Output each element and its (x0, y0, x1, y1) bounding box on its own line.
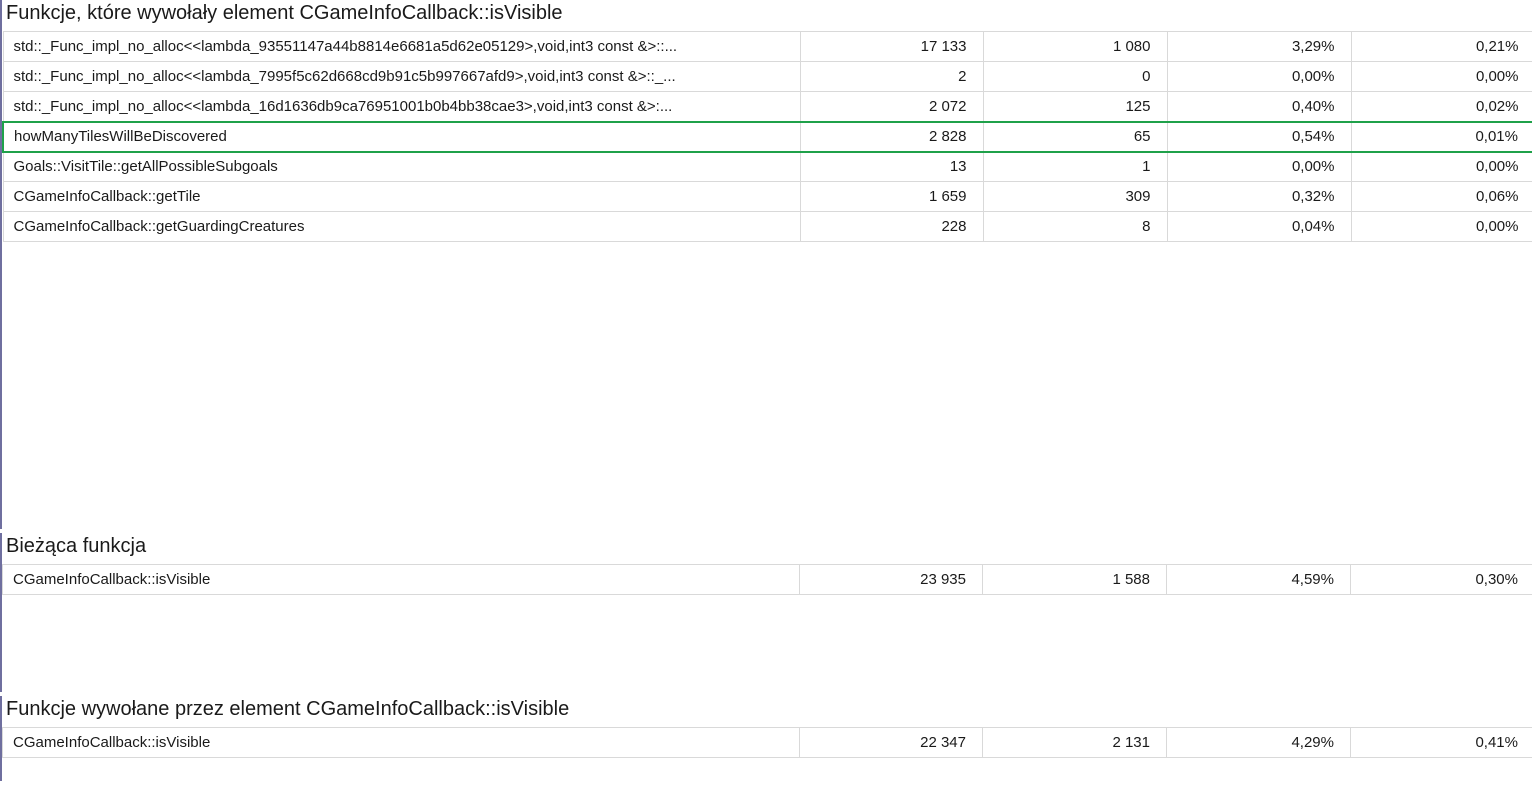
current-table: CGameInfoCallback::isVisible23 9351 5884… (2, 564, 1532, 595)
metric-cell-4: 0,00% (1351, 212, 1532, 242)
metric-cell-2: 309 (983, 182, 1167, 212)
metric-cell-3: 0,00% (1167, 62, 1351, 92)
metric-cell-2: 125 (983, 92, 1167, 122)
metric-cell-4: 0,00% (1351, 62, 1532, 92)
metric-cell-1: 17 133 (800, 32, 983, 62)
function-name-cell[interactable]: std::_Func_impl_no_alloc<<lambda_9355114… (3, 32, 800, 62)
metric-cell-3: 3,29% (1167, 32, 1351, 62)
function-name-cell[interactable]: Goals::VisitTile::getAllPossibleSubgoals (3, 152, 800, 182)
function-name-cell[interactable]: CGameInfoCallback::getGuardingCreatures (3, 212, 800, 242)
caller-row[interactable]: std::_Func_impl_no_alloc<<lambda_16d1636… (3, 92, 1532, 122)
metric-cell-1: 2 072 (800, 92, 983, 122)
caller-row[interactable]: howManyTilesWillBeDiscovered2 828650,54%… (3, 122, 1532, 152)
metric-cell-4: 0,02% (1351, 92, 1532, 122)
current-header: Bieżąca funkcja (2, 533, 1532, 564)
metric-cell-3: 0,04% (1167, 212, 1351, 242)
metric-cell-2: 2 131 (983, 728, 1167, 758)
metric-cell-3: 4,29% (1167, 728, 1351, 758)
caller-row[interactable]: Goals::VisitTile::getAllPossibleSubgoals… (3, 152, 1532, 182)
caller-row[interactable]: std::_Func_impl_no_alloc<<lambda_7995f5c… (3, 62, 1532, 92)
metric-cell-1: 23 935 (800, 565, 983, 595)
metric-cell-4: 0,01% (1351, 122, 1532, 152)
metric-cell-2: 1 080 (983, 32, 1167, 62)
metric-cell-3: 0,40% (1167, 92, 1351, 122)
caller-row[interactable]: std::_Func_impl_no_alloc<<lambda_9355114… (3, 32, 1532, 62)
caller-row[interactable]: CGameInfoCallback::getTile1 6593090,32%0… (3, 182, 1532, 212)
function-name-cell[interactable]: std::_Func_impl_no_alloc<<lambda_7995f5c… (3, 62, 800, 92)
metric-cell-3: 0,00% (1167, 152, 1351, 182)
function-name-cell[interactable]: std::_Func_impl_no_alloc<<lambda_16d1636… (3, 92, 800, 122)
metric-cell-1: 2 (800, 62, 983, 92)
function-name-cell[interactable]: CGameInfoCallback::getTile (3, 182, 800, 212)
metric-cell-4: 0,00% (1351, 152, 1532, 182)
metric-cell-4: 0,41% (1351, 728, 1532, 758)
metric-cell-2: 1 (983, 152, 1167, 182)
callee-row[interactable]: CGameInfoCallback::isVisible22 3472 1314… (3, 728, 1532, 758)
callees-section: Funkcje wywołane przez element CGameInfo… (0, 696, 1532, 781)
callees-table: CGameInfoCallback::isVisible22 3472 1314… (2, 727, 1532, 758)
current-section: Bieżąca funkcja CGameInfoCallback::isVis… (0, 533, 1532, 692)
function-name-cell[interactable]: CGameInfoCallback::isVisible (3, 728, 800, 758)
callers-section: Funkcje, które wywołały element CGameInf… (0, 0, 1532, 529)
metric-cell-2: 8 (983, 212, 1167, 242)
callers-table: std::_Func_impl_no_alloc<<lambda_9355114… (2, 31, 1532, 242)
metric-cell-3: 0,54% (1167, 122, 1351, 152)
metric-cell-1: 22 347 (800, 728, 983, 758)
metric-cell-4: 0,06% (1351, 182, 1532, 212)
metric-cell-1: 228 (800, 212, 983, 242)
metric-cell-1: 2 828 (800, 122, 983, 152)
metric-cell-1: 13 (800, 152, 983, 182)
current-row[interactable]: CGameInfoCallback::isVisible23 9351 5884… (3, 565, 1532, 595)
metric-cell-4: 0,30% (1351, 565, 1532, 595)
callers-header: Funkcje, które wywołały element CGameInf… (2, 0, 1532, 31)
metric-cell-1: 1 659 (800, 182, 983, 212)
metric-cell-3: 4,59% (1167, 565, 1351, 595)
metric-cell-2: 0 (983, 62, 1167, 92)
metric-cell-2: 65 (983, 122, 1167, 152)
callees-header: Funkcje wywołane przez element CGameInfo… (2, 696, 1532, 727)
function-name-cell[interactable]: howManyTilesWillBeDiscovered (3, 122, 800, 152)
function-name-cell[interactable]: CGameInfoCallback::isVisible (3, 565, 800, 595)
metric-cell-3: 0,32% (1167, 182, 1351, 212)
metric-cell-4: 0,21% (1351, 32, 1532, 62)
caller-row[interactable]: CGameInfoCallback::getGuardingCreatures2… (3, 212, 1532, 242)
metric-cell-2: 1 588 (983, 565, 1167, 595)
